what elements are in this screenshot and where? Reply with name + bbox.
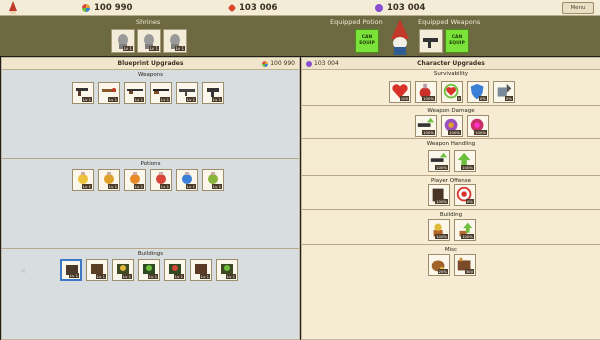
shield-upgrade[interactable]: 0% — [467, 81, 489, 103]
shrine-slot[interactable]: Lv 1 — [163, 29, 187, 53]
potion-upgrade[interactable]: Lv 1 — [124, 169, 146, 191]
plant-building-icon — [117, 264, 129, 274]
potions-section-title: Potions — [140, 161, 161, 167]
gnome-logo-icon — [9, 1, 17, 14]
heart-plus-upgrade[interactable]: 0 — [441, 81, 463, 103]
building-upgrade[interactable]: Lv 1 — [112, 259, 134, 281]
misc-title: Misc — [444, 247, 458, 253]
weapon-upgrade-blunderbuss[interactable]: Lv 1 — [98, 82, 120, 104]
weapon-handling-title: Weapon Handling — [426, 141, 476, 147]
potion-upgrade[interactable]: Lv 1 — [176, 169, 198, 191]
shotgun-icon — [153, 89, 169, 94]
shrines-title: Shrines — [136, 18, 161, 26]
purple-gem-icon — [375, 3, 383, 12]
divider — [302, 175, 600, 176]
rifle-icon — [127, 89, 143, 94]
red-potion-icon — [156, 172, 166, 184]
plant-building-icon — [169, 264, 181, 274]
ammo-upgrade[interactable]: 300 — [454, 254, 476, 276]
yellow-potion-icon — [78, 172, 88, 184]
equipment-header: Shrines Equipped Potion Equipped Weapons — [0, 16, 600, 56]
damage-reduction-upgrade[interactable]: 0% — [493, 81, 515, 103]
divider — [2, 158, 299, 159]
equipped-weapon-slot[interactable] — [419, 29, 443, 53]
weapon-upgrade-smg[interactable]: Lv 1 — [202, 82, 224, 104]
blue-potion-icon — [182, 172, 192, 184]
max-health-upgrade[interactable]: 100 — [389, 81, 411, 103]
player-offense-title: Player Offense — [430, 178, 472, 184]
weapon-upgrade-rifle[interactable]: Lv 1 — [124, 82, 146, 104]
top-bar: 100 990 103 006 103 004 Menu — [0, 0, 600, 16]
survivability-title: Survivability — [433, 71, 469, 77]
blunderbuss-icon — [102, 88, 116, 92]
equipped-potion-title: Equipped Potion — [330, 18, 383, 26]
blueprint-upgrades-title: Blueprint Upgrades — [117, 60, 184, 67]
reload-speed-upgrade[interactable]: 100% — [428, 150, 450, 172]
blueprint-coin-icon — [82, 3, 90, 12]
ruby-gem-icon — [227, 3, 237, 12]
divider — [302, 105, 600, 106]
loot-bag-upgrade[interactable]: 20% — [428, 254, 450, 276]
weapon-damage-upgrade[interactable]: 100% — [441, 115, 463, 137]
building-upgrade[interactable]: Lv 1 — [138, 259, 160, 281]
plant-building-icon — [143, 264, 155, 274]
character-upgrades-title: Character Upgrades — [417, 60, 485, 67]
assault-rifle-icon — [179, 89, 195, 96]
divider — [302, 209, 600, 210]
armor-upgrade[interactable]: 100% — [428, 184, 450, 206]
purple-currency: 103 004 — [375, 1, 425, 14]
building-icon — [91, 264, 103, 274]
accuracy-upgrade[interactable]: 0% — [454, 184, 476, 206]
divider — [2, 248, 299, 249]
equipped-weapons-title: Equipped Weapons — [418, 18, 481, 26]
potion-upgrade[interactable]: Lv 1 — [72, 169, 94, 191]
building-production-upgrade[interactable]: 100% — [428, 219, 450, 241]
weapon-damage-upgrade[interactable]: 100% — [415, 115, 437, 137]
ruby-currency: 103 006 — [227, 1, 277, 14]
divider — [302, 138, 600, 139]
smg-icon — [423, 38, 438, 48]
weapon-upgrade-assault-rifle[interactable]: Lv 1 — [176, 82, 198, 104]
shrine-slot[interactable]: Lv 1 — [137, 29, 161, 53]
gnome-character-icon — [391, 19, 409, 55]
weapon-damage-title: Weapon Damage — [427, 108, 475, 114]
green-potion-icon — [208, 172, 218, 184]
health-regen-upgrade[interactable]: 100% — [415, 81, 437, 103]
purple-currency-value: 103 004 — [314, 60, 339, 67]
building-upgrade[interactable]: Lv 1 — [164, 259, 186, 281]
purple-gem-icon — [306, 60, 312, 67]
blueprint-coin-icon — [262, 60, 269, 67]
building-upgrade[interactable]: Lv 1 — [60, 259, 82, 281]
building-icon — [195, 264, 207, 274]
weapon-upgrade-shotgun[interactable]: Lv 1 — [150, 82, 172, 104]
building-speed-upgrade[interactable]: 100% — [454, 219, 476, 241]
equip-weapon-button[interactable]: CAN EQUIP — [445, 29, 469, 53]
weapon-upgrade-pistol[interactable]: Lv 1 — [72, 82, 94, 104]
buildings-section-title: Buildings — [137, 251, 164, 257]
pistol-icon — [76, 88, 88, 96]
orange-potion-icon — [130, 172, 140, 184]
building-upgrade[interactable]: Lv 1 — [86, 259, 108, 281]
plant-building-icon — [221, 264, 233, 274]
potion-upgrade[interactable]: Lv 1 — [98, 169, 120, 191]
gold-potion-icon — [104, 172, 114, 184]
building-title: Building — [439, 212, 463, 218]
blueprint-currency-value: 100 990 — [270, 60, 295, 67]
equip-potion-button[interactable]: CAN EQUIP — [355, 29, 379, 53]
weapons-section-title: Weapons — [137, 72, 164, 78]
blueprint-currency: 100 990 — [82, 1, 132, 14]
potion-upgrade[interactable]: Lv 1 — [150, 169, 172, 191]
shrine-slot[interactable]: Lv 1 — [111, 29, 135, 53]
menu-button[interactable]: Menu — [562, 2, 594, 14]
weapon-damage-upgrade[interactable]: 100% — [467, 115, 489, 137]
building-upgrade[interactable]: Lv 1 — [190, 259, 212, 281]
potion-upgrade[interactable]: Lv 1 — [202, 169, 224, 191]
smg-icon — [207, 88, 219, 97]
fire-rate-upgrade[interactable]: 100% — [454, 150, 476, 172]
building-upgrade[interactable]: Lv 1 — [216, 259, 238, 281]
divider — [302, 244, 600, 245]
